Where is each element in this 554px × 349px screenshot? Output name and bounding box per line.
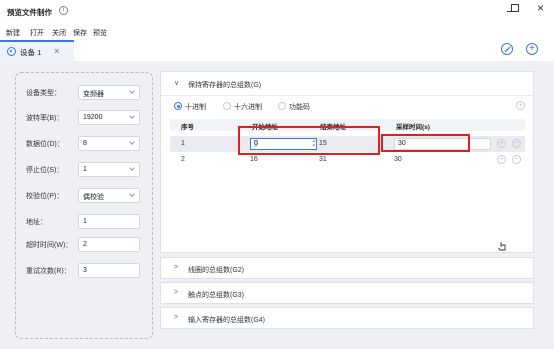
radio-hex[interactable] bbox=[223, 102, 231, 110]
device-type-select[interactable]: 变频器 bbox=[78, 85, 140, 100]
register-groups-panel: ∨ 保持寄存器的总组数(G) 十进制 十六进制 功能码 + 序号 开始地址 结束… bbox=[160, 71, 534, 329]
address-input[interactable]: 1 bbox=[78, 214, 140, 229]
close-window-button[interactable]: × bbox=[537, 2, 544, 14]
field-retry-count: 重试次数(R)： 3 bbox=[16, 263, 154, 278]
field-label: 地址： bbox=[26, 219, 47, 226]
row-remove-icon[interactable]: − bbox=[512, 155, 521, 164]
radio-label: 十六进制 bbox=[234, 104, 262, 111]
field-baud-rate: 波特率(B)： 19200 bbox=[16, 110, 154, 125]
field-label: 超时时间(W)： bbox=[26, 242, 73, 249]
group-title[interactable]: 保持寄存器的总组数(G) bbox=[188, 80, 261, 90]
input-value: 1 bbox=[83, 218, 87, 225]
field-stop-bits: 停止位(S)： 1 bbox=[16, 162, 154, 177]
menu-item-new[interactable]: 新建 bbox=[6, 28, 20, 38]
radio-label: 功能码 bbox=[289, 104, 310, 111]
cell-index: 1 bbox=[181, 140, 185, 147]
menu-item-close[interactable]: 关闭 bbox=[52, 28, 66, 38]
chevron-down-icon[interactable]: ∨ bbox=[174, 79, 179, 87]
select-value: 1 bbox=[83, 166, 87, 173]
add-row-icon[interactable]: + bbox=[516, 101, 525, 110]
menu-item-open[interactable]: 打开 bbox=[30, 28, 44, 38]
row-add-icon[interactable]: + bbox=[497, 155, 506, 164]
tab-bar: 设备 1 × bbox=[0, 40, 554, 61]
menu-bar: 新建 打开 关闭 保存 预览 bbox=[0, 25, 554, 38]
chevron-down-icon bbox=[129, 113, 135, 119]
field-label: 重试次数(R)： bbox=[26, 268, 71, 275]
divider bbox=[161, 95, 533, 96]
chevron-right-icon: > bbox=[174, 289, 179, 296]
highlight-sample-time bbox=[381, 134, 470, 152]
field-label: 波特率(B)： bbox=[26, 115, 64, 122]
select-value: 19200 bbox=[83, 114, 103, 121]
menu-item-preview[interactable]: 预览 bbox=[93, 28, 107, 38]
input-register-group[interactable]: > 输入寄存器的总组数(G4) bbox=[160, 307, 534, 329]
group-title: 线圈的总组数(G2) bbox=[188, 267, 244, 274]
title-bar: 预览文件制作 i × bbox=[0, 0, 554, 23]
edit-icon[interactable] bbox=[501, 43, 513, 55]
field-address: 地址： 1 bbox=[16, 214, 154, 229]
field-parity: 校验位(P)： 偶校验 bbox=[16, 188, 154, 203]
tab-device-1[interactable]: 设备 1 × bbox=[0, 40, 74, 61]
chevron-down-icon bbox=[129, 191, 135, 197]
cell-start-address: 16 bbox=[250, 156, 258, 163]
chevron-down-icon bbox=[129, 88, 135, 94]
hand-cursor-icon bbox=[498, 242, 506, 251]
timeout-input[interactable]: 2 bbox=[78, 237, 140, 252]
input-value: 2 bbox=[83, 241, 87, 248]
col-sample-time: 采样时间(s) bbox=[396, 124, 430, 131]
maximize-button[interactable] bbox=[511, 4, 519, 12]
baud-rate-select[interactable]: 19200 bbox=[78, 110, 140, 125]
data-bits-select[interactable]: 8 bbox=[78, 136, 140, 151]
field-timeout: 超时时间(W)： 2 bbox=[16, 237, 154, 252]
holding-register-group: ∨ 保持寄存器的总组数(G) 十进制 十六进制 功能码 + 序号 开始地址 结束… bbox=[160, 71, 534, 253]
tab-label: 设备 1 bbox=[20, 48, 42, 57]
field-label: 设备类型： bbox=[26, 90, 61, 97]
group-title: 触点的总组数(G3) bbox=[188, 292, 244, 299]
select-value: 偶校验 bbox=[83, 194, 104, 201]
cell-index: 2 bbox=[181, 156, 185, 163]
info-icon[interactable]: i bbox=[59, 6, 68, 15]
input-value: 3 bbox=[83, 267, 87, 274]
retry-count-input[interactable]: 3 bbox=[78, 263, 140, 278]
select-value: 8 bbox=[83, 140, 87, 147]
radio-decimal[interactable] bbox=[174, 102, 182, 110]
chevron-down-icon bbox=[129, 139, 135, 145]
field-label: 校验位(P)： bbox=[26, 193, 64, 200]
field-label: 停止位(S)： bbox=[26, 167, 64, 174]
chevron-right-icon: > bbox=[174, 314, 179, 321]
cell-end-address: 31 bbox=[319, 156, 327, 163]
chevron-down-icon bbox=[129, 165, 135, 171]
field-data-bits: 数据位(D)： 8 bbox=[16, 136, 154, 151]
parity-select[interactable]: 偶校验 bbox=[78, 188, 140, 203]
row-add-icon[interactable]: + bbox=[497, 139, 506, 148]
row-remove-icon[interactable]: − bbox=[512, 139, 521, 148]
highlight-start-end-columns bbox=[238, 126, 380, 155]
col-index: 序号 bbox=[181, 124, 194, 131]
add-icon[interactable]: + bbox=[526, 43, 538, 55]
menu-item-save[interactable]: 保存 bbox=[73, 28, 87, 38]
radio-function-code[interactable] bbox=[278, 102, 286, 110]
window-title: 预览文件制作 bbox=[7, 8, 52, 17]
stop-bits-select[interactable]: 1 bbox=[78, 162, 140, 177]
cell-sample-time: 30 bbox=[394, 156, 402, 163]
device-config-panel: 设备类型： 变频器 波特率(B)： 19200 数据位(D)： 8 停止位(S)… bbox=[15, 72, 153, 339]
device-icon bbox=[7, 47, 16, 56]
tab-close-icon[interactable]: × bbox=[54, 46, 59, 56]
field-label: 数据位(D)： bbox=[26, 141, 64, 148]
coil-group[interactable]: > 线圈的总组数(G2) bbox=[160, 257, 534, 279]
select-value: 变频器 bbox=[83, 91, 104, 98]
field-device-type: 设备类型： 变频器 bbox=[16, 85, 154, 100]
radio-label: 十进制 bbox=[185, 104, 206, 111]
contact-group[interactable]: > 触点的总组数(G3) bbox=[160, 282, 534, 304]
group-title: 输入寄存器的总组数(G4) bbox=[188, 317, 265, 324]
chevron-right-icon: > bbox=[174, 264, 179, 271]
